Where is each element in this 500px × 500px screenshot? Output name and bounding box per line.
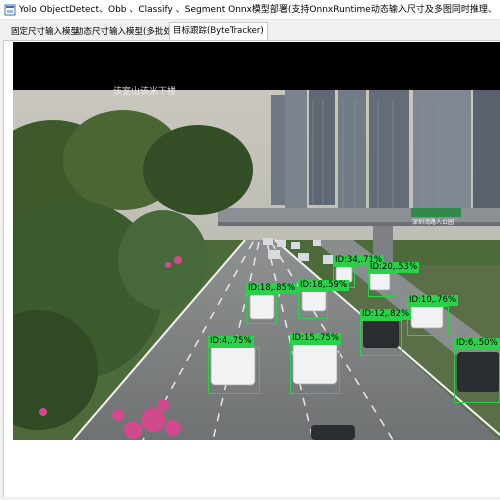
- detection-label: ID:10,.76%: [407, 295, 459, 306]
- detection-label: ID:6,.50%: [454, 338, 500, 349]
- detection-box: ID:6,.50%: [454, 338, 500, 403]
- detection-label: ID:12,.82%: [360, 309, 412, 320]
- tab-fixed-size-model[interactable]: 固定尺寸输入模型: [8, 24, 82, 40]
- detection-label: ID:20,.53%: [368, 262, 420, 273]
- video-viewer: 该室山该米下楼 深圳湾路人公园 ID:34,.71% ID:20,.53% ID…: [13, 42, 500, 440]
- video-overlay-caption: 该室山该米下楼: [113, 87, 177, 97]
- window-title: Yolo ObjectDetect、Obb 、Classify 、Segment…: [19, 5, 497, 15]
- app-icon: [4, 4, 16, 16]
- detection-box: ID:18,.85%: [246, 283, 298, 324]
- tab-strip: 固定尺寸输入模型 动态尺寸输入模型(多批处理) 目标跟踪(ByteTracker…: [0, 20, 500, 41]
- detection-box: ID:18,.59%: [298, 280, 350, 319]
- detection-box: ID:15,.75%: [290, 333, 342, 394]
- title-bar: Yolo ObjectDetect、Obb 、Classify 、Segment…: [0, 0, 500, 20]
- detection-box: ID:12,.82%: [360, 309, 412, 356]
- detection-label: ID:18,.85%: [246, 283, 298, 294]
- detection-label: ID:18,.59%: [298, 280, 350, 291]
- building-sign-text: 深圳湾路人公园: [412, 219, 455, 226]
- detection-label: ID:4,.75%: [208, 336, 254, 347]
- detection-label: ID:15,.75%: [290, 333, 342, 344]
- tab-object-tracking[interactable]: 目标跟踪(ByteTracker): [169, 22, 268, 41]
- detection-box: ID:4,.75%: [208, 336, 260, 394]
- detection-box: ID:10,.76%: [407, 295, 459, 336]
- detection-box: ID:20,.53%: [368, 262, 420, 297]
